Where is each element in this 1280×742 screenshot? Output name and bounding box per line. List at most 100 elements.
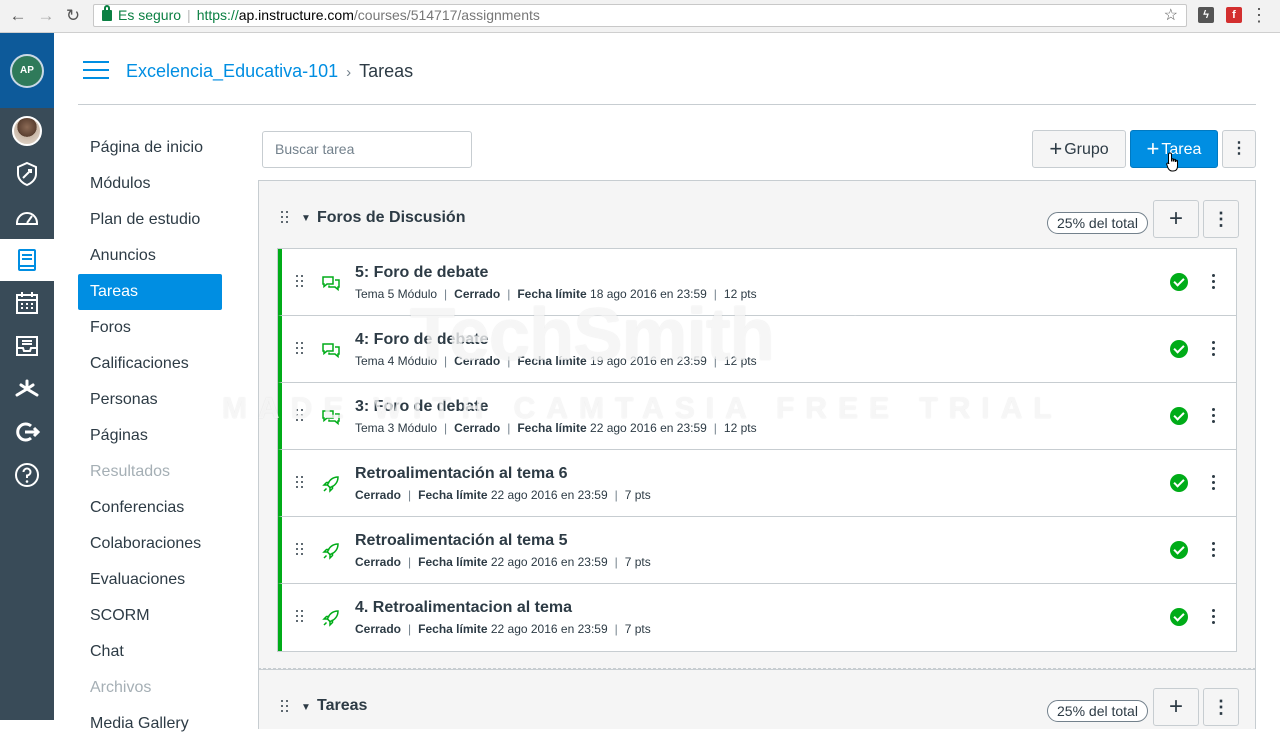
extension-icon[interactable]: ϟ bbox=[1198, 7, 1214, 23]
assignment-meta: Cerrado | Fecha límite 22 ago 2016 en 23:5… bbox=[355, 622, 651, 636]
status-label: Cerrado bbox=[355, 622, 402, 636]
assignment-row[interactable]: Retroalimentación al tema 6 Cerrado | Fech… bbox=[278, 450, 1236, 517]
published-check-icon[interactable] bbox=[1170, 541, 1188, 559]
drag-handle-icon[interactable] bbox=[296, 610, 304, 624]
dashboard-gauge-icon bbox=[16, 212, 38, 225]
group-title: Tareas bbox=[317, 697, 368, 714]
kebab-icon[interactable] bbox=[1212, 273, 1216, 291]
bookmark-star-icon[interactable]: ☆ bbox=[1164, 5, 1178, 26]
assignment-meta: Cerrado | Fecha límite 22 ago 2016 en 23:5… bbox=[355, 488, 651, 502]
courses-nav-item[interactable] bbox=[0, 239, 54, 281]
assignment-rocket-icon bbox=[322, 610, 339, 627]
group-kebab-button[interactable]: ⋮ bbox=[1203, 688, 1239, 726]
published-check-icon[interactable] bbox=[1170, 608, 1188, 626]
add-group-label: Grupo bbox=[1064, 141, 1109, 158]
account-nav-item[interactable] bbox=[0, 110, 54, 152]
arrow-export-icon bbox=[16, 422, 41, 442]
drag-handle-icon[interactable] bbox=[296, 342, 304, 356]
add-to-group-button[interactable]: + bbox=[1153, 688, 1199, 726]
settings-kebab-button[interactable]: ⋮ bbox=[1222, 130, 1256, 168]
course-nav-collaborations[interactable]: Colaboraciones bbox=[78, 526, 222, 562]
admin-nav-item[interactable] bbox=[0, 153, 54, 195]
book-icon bbox=[18, 249, 36, 271]
assignment-title-link[interactable]: Retroalimentación al tema 5 bbox=[355, 532, 568, 550]
course-nav-quizzes[interactable]: Evaluaciones bbox=[78, 562, 222, 598]
assignment-row[interactable]: Retroalimentación al tema 5 Cerrado | Fech… bbox=[278, 517, 1236, 584]
assignment-group-header[interactable]: ▼ Foros de Discusión 25% del total + ⋮ bbox=[259, 181, 1255, 247]
address-bar[interactable]: Es seguro | https://ap.instructure.com/cou… bbox=[93, 4, 1187, 27]
course-nav-announcements[interactable]: Anuncios bbox=[78, 238, 222, 274]
import-nav-item[interactable] bbox=[0, 411, 54, 453]
points: 7 pts bbox=[624, 555, 651, 569]
kebab-icon[interactable] bbox=[1212, 608, 1216, 626]
kebab-icon[interactable] bbox=[1212, 340, 1216, 358]
course-nav-syllabus[interactable]: Plan de estudio bbox=[78, 202, 222, 238]
assignment-title-link[interactable]: 5: Foro de debate bbox=[355, 264, 488, 282]
add-to-group-button[interactable]: + bbox=[1153, 200, 1199, 238]
published-check-icon[interactable] bbox=[1170, 273, 1188, 291]
search-input[interactable]: Buscar tarea bbox=[262, 131, 472, 168]
course-nav-conferences[interactable]: Conferencias bbox=[78, 490, 222, 526]
drag-handle-icon[interactable] bbox=[296, 275, 304, 289]
browser-menu-icon[interactable]: ⋮ bbox=[1250, 5, 1268, 25]
course-menu-toggle-icon[interactable] bbox=[83, 61, 109, 79]
inbox-nav-item[interactable] bbox=[0, 325, 54, 367]
drag-handle-icon[interactable] bbox=[296, 476, 304, 490]
secure-label: Es seguro bbox=[118, 7, 182, 23]
forward-arrow-icon[interactable]: → bbox=[36, 6, 56, 26]
institution-logo[interactable]: AP bbox=[0, 33, 54, 108]
lock-icon bbox=[102, 5, 112, 21]
course-nav-grades[interactable]: Calificaciones bbox=[78, 346, 222, 382]
inbox-icon bbox=[16, 336, 38, 356]
course-nav-assignments[interactable]: Tareas bbox=[78, 274, 222, 310]
drag-handle-icon[interactable] bbox=[281, 211, 289, 225]
commons-nav-item[interactable] bbox=[0, 368, 54, 410]
course-nav-discussions[interactable]: Foros bbox=[78, 310, 222, 346]
help-icon bbox=[15, 463, 39, 487]
course-nav-people[interactable]: Personas bbox=[78, 382, 222, 418]
help-nav-item[interactable] bbox=[0, 454, 54, 496]
published-check-icon[interactable] bbox=[1170, 474, 1188, 492]
kebab-icon[interactable] bbox=[1212, 541, 1216, 559]
group-title: Foros de Discusión bbox=[317, 209, 466, 226]
dashboard-nav-item[interactable] bbox=[0, 196, 54, 238]
assignment-row[interactable]: 4. Retroalimentacion al tema Cerrado | Fec… bbox=[278, 584, 1236, 651]
reload-icon[interactable]: ↻ bbox=[63, 6, 83, 26]
course-nav-home[interactable]: Página de inicio bbox=[78, 130, 222, 166]
status-label: Cerrado bbox=[355, 555, 402, 569]
status-label: Cerrado bbox=[355, 488, 402, 502]
course-nav-pages[interactable]: Páginas bbox=[78, 418, 222, 454]
course-nav-modules[interactable]: Módulos bbox=[78, 166, 222, 202]
course-nav-files[interactable]: Archivos bbox=[78, 670, 222, 706]
course-nav-media-gallery[interactable]: Media Gallery bbox=[78, 706, 222, 742]
published-check-icon[interactable] bbox=[1170, 340, 1188, 358]
commons-icon bbox=[15, 379, 39, 397]
breadcrumb-course-link[interactable]: Excelencia_Educativa-101 bbox=[126, 61, 338, 81]
assignment-title-link[interactable]: Retroalimentación al tema 6 bbox=[355, 465, 568, 483]
collapse-caret-icon[interactable]: ▼ bbox=[301, 702, 311, 713]
add-group-button[interactable]: + Grupo bbox=[1032, 130, 1126, 168]
avatar bbox=[12, 116, 42, 146]
assignment-title-link[interactable]: 4. Retroalimentacion al tema bbox=[355, 599, 572, 617]
due-label: Fecha límite bbox=[418, 488, 488, 502]
breadcrumb-separator: › bbox=[346, 64, 352, 81]
course-nav-scorm[interactable]: SCORM bbox=[78, 598, 222, 634]
drag-handle-icon[interactable] bbox=[281, 700, 289, 714]
discussion-icon bbox=[322, 276, 340, 292]
kebab-icon[interactable] bbox=[1212, 407, 1216, 425]
drag-handle-icon[interactable] bbox=[296, 543, 304, 557]
points: 7 pts bbox=[624, 488, 651, 502]
group-kebab-button[interactable]: ⋮ bbox=[1203, 200, 1239, 238]
published-check-icon[interactable] bbox=[1170, 407, 1188, 425]
back-arrow-icon[interactable]: ← bbox=[8, 6, 28, 26]
plus-icon: + bbox=[1146, 136, 1160, 161]
kebab-icon[interactable] bbox=[1212, 474, 1216, 492]
flash-extension-icon[interactable]: f bbox=[1226, 7, 1242, 23]
calendar-nav-item[interactable] bbox=[0, 282, 54, 324]
course-nav-chat[interactable]: Chat bbox=[78, 634, 222, 670]
points: 7 pts bbox=[624, 622, 651, 636]
collapse-caret-icon[interactable]: ▼ bbox=[301, 213, 311, 224]
url-host: ap.instructure.com bbox=[238, 7, 354, 23]
course-nav-outcomes[interactable]: Resultados bbox=[78, 454, 222, 490]
watermark-registered-mark: ® bbox=[850, 302, 861, 318]
